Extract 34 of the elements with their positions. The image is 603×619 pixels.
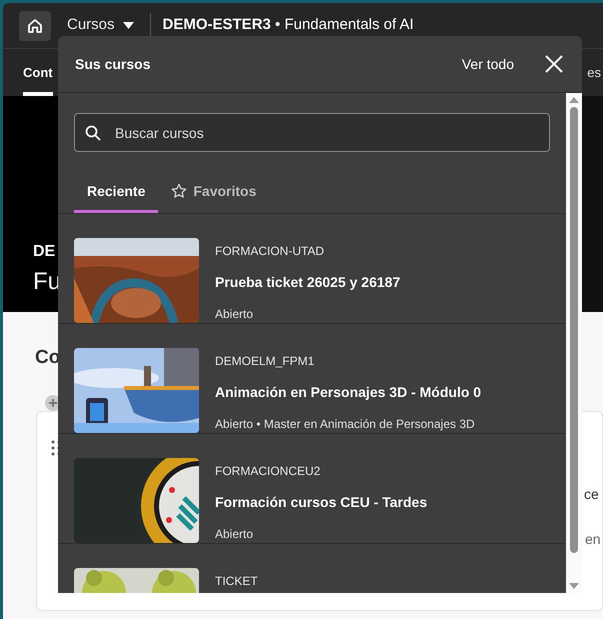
course-title: DEMO-ESTER3 • Fundamentals of AI: [162, 15, 414, 36]
search-field[interactable]: Buscar cursos: [74, 113, 550, 152]
course-item[interactable]: DEMOELM_FPM1 Animación en Personajes 3D - Módulo 0 Abierto • Master en Animación de Personajes 3D: [58, 324, 566, 434]
card-text: ce: [584, 484, 599, 504]
hero-subtitle: DE: [33, 242, 56, 262]
course-status: Abierto • Master en Animación de Personajes 3D: [215, 416, 476, 433]
course-title: Formación cursos CEU - Tardes: [215, 493, 428, 512]
course-status: Abierto: [215, 526, 254, 543]
home-icon: [26, 16, 44, 34]
star-icon: [171, 183, 188, 199]
card-text: en: [585, 530, 601, 548]
course-item[interactable]: FORMACIONCEU2 Formación cursos CEU - Tardes Abierto: [58, 434, 566, 544]
tab[interactable]: Reciente: [74, 172, 158, 213]
panel-title: Sus cursos: [75, 54, 152, 74]
course-code: TICKET: [215, 573, 258, 590]
tab[interactable]: es: [587, 62, 601, 82]
course-title: Animación en Personajes 3D - Módulo 0: [215, 383, 482, 402]
scroll-down-arrow-icon[interactable]: [569, 583, 579, 589]
course-status: Abierto: [215, 306, 254, 323]
scroll-up-arrow-icon[interactable]: [569, 97, 579, 103]
caret-icon: [122, 22, 134, 29]
course-code: DEMOELM_FPM1: [215, 353, 316, 370]
tab[interactable]: Favoritos: [158, 172, 270, 213]
scrollbar-thumb[interactable]: [570, 107, 578, 553]
courses-menu-button[interactable]: Cursos: [63, 14, 138, 37]
course-item[interactable]: TICKET: [58, 544, 566, 593]
course-item[interactable]: FORMACION-UTAD Prueba ticket 26025 y 26187 Abierto: [58, 214, 566, 324]
close-icon: [545, 55, 563, 73]
view-all-link[interactable]: Ver todo: [462, 54, 514, 74]
search-icon: [85, 125, 101, 141]
course-code: FORMACIONCEU2: [215, 463, 322, 480]
home-button[interactable]: [19, 10, 51, 40]
course-code: FORMACION-UTAD: [215, 243, 326, 260]
course-title: Prueba ticket 26025 y 26187: [215, 273, 400, 292]
